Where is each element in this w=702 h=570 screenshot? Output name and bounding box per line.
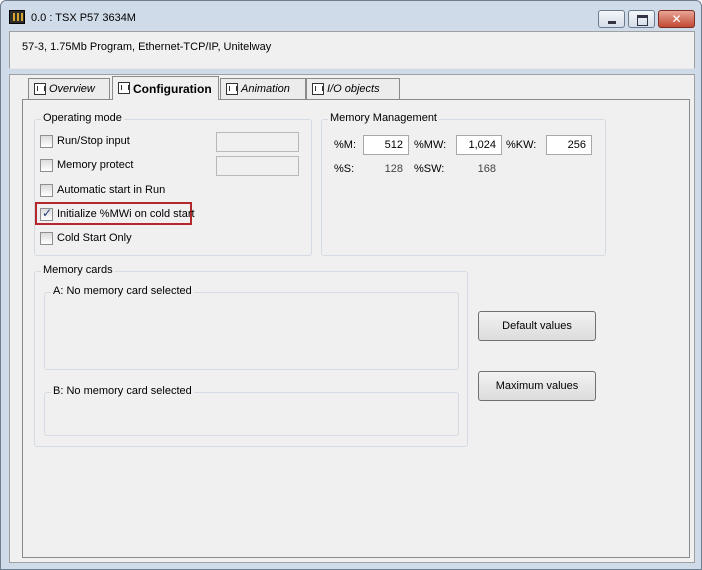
checkbox-label: Memory protect <box>57 159 134 171</box>
maximize-button[interactable] <box>628 10 655 28</box>
s-value: 128 <box>363 159 409 179</box>
module-icon <box>226 83 238 95</box>
tab-overview[interactable]: Overview <box>28 78 110 99</box>
tab-io-objects[interactable]: I/O objects <box>306 78 400 99</box>
configuration-panel: Operating mode Run/Stop input Memory pro… <box>22 99 690 558</box>
tab-configuration-label: Configuration <box>133 82 212 96</box>
memory-management-title: Memory Management <box>328 112 439 124</box>
sw-value: 168 <box>456 159 502 179</box>
initialize-mwi-checkbox[interactable]: Initialize %MWi on cold start <box>40 206 195 223</box>
title-bar[interactable]: 0.0 : TSX P57 3634M ✕ <box>1 1 701 31</box>
tab-io-objects-label: I/O objects <box>327 83 380 95</box>
kw-label: %KW: <box>506 139 537 151</box>
module-icon <box>34 83 46 95</box>
checkbox-label: Run/Stop input <box>57 135 130 147</box>
memory-card-a-label: A: No memory card selected <box>51 285 194 297</box>
memory-management-group: Memory Management %M: 512 %MW: 1,024 %KW… <box>321 112 606 256</box>
memory-cards-group: Memory cards A: No memory card selected … <box>34 264 468 447</box>
mw-input[interactable]: 1,024 <box>456 135 502 155</box>
memory-card-a: A: No memory card selected <box>44 285 459 370</box>
plc-config-window: 0.0 : TSX P57 3634M ✕ 57-3, 1.75Mb Progr… <box>0 0 702 570</box>
memory-cards-title: Memory cards <box>41 264 115 276</box>
tab-configuration[interactable]: Configuration <box>112 76 219 100</box>
default-values-button[interactable]: Default values <box>478 311 596 341</box>
m-label: %M: <box>334 139 356 151</box>
tab-area: Overview Configuration Animation I/O obj… <box>9 74 695 563</box>
checkbox-box[interactable] <box>40 232 53 245</box>
run-stop-input-field <box>216 132 299 152</box>
mw-label: %MW: <box>414 139 447 151</box>
checkbox-label: Initialize %MWi on cold start <box>57 208 195 220</box>
window-title: 0.0 : TSX P57 3634M <box>31 12 136 24</box>
sw-label: %SW: <box>414 163 445 175</box>
kw-input[interactable]: 256 <box>546 135 592 155</box>
checkbox-label: Automatic start in Run <box>57 184 166 196</box>
close-button[interactable]: ✕ <box>658 10 695 28</box>
memory-card-b-label: B: No memory card selected <box>51 385 194 397</box>
maximum-values-button[interactable]: Maximum values <box>478 371 596 401</box>
memory-card-b: B: No memory card selected <box>44 385 459 436</box>
operating-mode-group: Operating mode Run/Stop input Memory pro… <box>34 112 312 256</box>
module-icon <box>312 83 324 95</box>
checkbox-box[interactable] <box>40 159 53 172</box>
checkbox-box[interactable] <box>40 206 53 221</box>
module-description-text: 57-3, 1.75Mb Program, Ethernet-TCP/IP, U… <box>22 41 272 53</box>
tab-animation[interactable]: Animation <box>220 78 306 99</box>
minimize-button[interactable] <box>598 10 625 28</box>
module-icon <box>118 82 130 94</box>
operating-mode-title: Operating mode <box>41 112 124 124</box>
run-stop-input-checkbox[interactable]: Run/Stop input <box>40 134 190 150</box>
s-label: %S: <box>334 163 355 175</box>
m-input[interactable]: 512 <box>363 135 409 155</box>
checkbox-box[interactable] <box>40 184 53 197</box>
cold-start-only-checkbox[interactable]: Cold Start Only <box>40 231 190 247</box>
close-icon: ✕ <box>671 12 682 26</box>
automatic-start-checkbox[interactable]: Automatic start in Run <box>40 183 190 199</box>
tab-animation-label: Animation <box>241 83 290 95</box>
plc-rack-icon <box>9 10 25 24</box>
tab-overview-label: Overview <box>49 83 95 95</box>
module-description: 57-3, 1.75Mb Program, Ethernet-TCP/IP, U… <box>9 31 695 69</box>
memory-protect-checkbox[interactable]: Memory protect <box>40 158 190 174</box>
checkbox-box[interactable] <box>40 135 53 148</box>
memory-protect-field <box>216 156 299 176</box>
checkbox-label: Cold Start Only <box>57 232 132 244</box>
